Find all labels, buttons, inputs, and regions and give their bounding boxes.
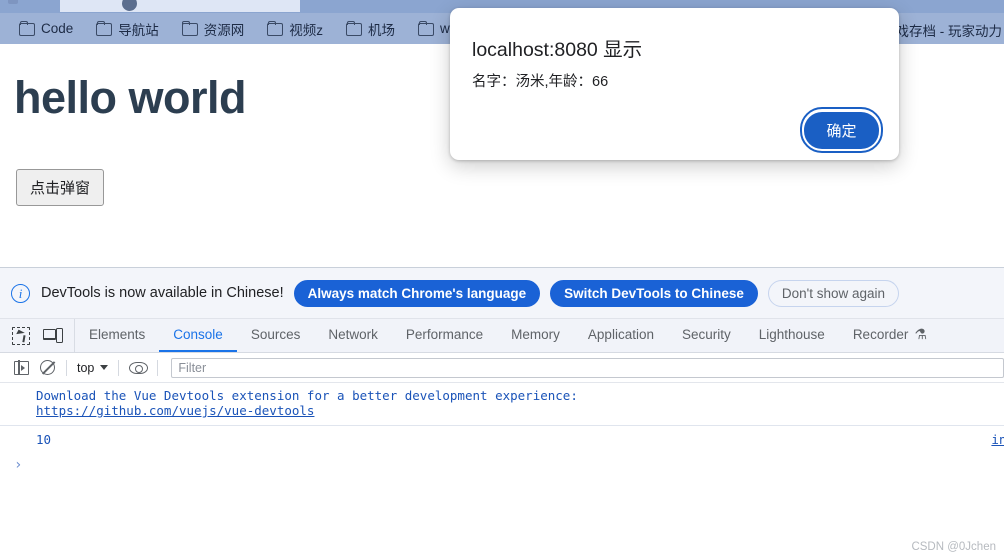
dialog-origin-title: localhost:8080 显示 xyxy=(472,39,643,61)
devtools-tool-icons xyxy=(0,319,75,352)
console-message-link[interactable]: https://github.com/vuejs/vue-devtools xyxy=(36,403,314,418)
always-match-chrome-language-button[interactable]: Always match Chrome's language xyxy=(293,279,541,307)
folder-icon xyxy=(181,20,198,36)
console-context-selector[interactable]: top xyxy=(73,361,112,375)
bookmark-item-overflow[interactable]: 游戏存档 - 玩家动力 xyxy=(882,20,1002,40)
console-prompt-row[interactable]: › xyxy=(0,449,1004,473)
bookmark-label: 资源网 xyxy=(203,22,245,38)
tab-strip-decoration-a xyxy=(8,0,18,4)
chevron-down-icon xyxy=(100,365,109,370)
console-sidebar-icon[interactable] xyxy=(8,355,34,381)
tab-network[interactable]: Network xyxy=(314,319,392,352)
inspect-element-icon[interactable] xyxy=(12,326,30,345)
javascript-alert-dialog: localhost:8080 显示 名字：汤米,年龄：66 确定 xyxy=(450,8,899,160)
folder-icon xyxy=(418,20,435,36)
tab-application[interactable]: Application xyxy=(574,319,668,352)
show-popup-button[interactable]: 点击弹窗 xyxy=(16,169,105,206)
dialog-ok-focus-ring: 确定 xyxy=(799,107,883,153)
tab-recorder[interactable]: Recorder ⚗ xyxy=(839,319,941,352)
clear-console-icon[interactable] xyxy=(34,355,60,381)
console-filter-input[interactable] xyxy=(171,357,1004,378)
tab-recorder-label: Recorder xyxy=(852,327,909,342)
bookmark-item-code[interactable]: Code xyxy=(12,19,80,38)
tab-performance[interactable]: Performance xyxy=(392,319,497,352)
console-value-text: 10 xyxy=(36,432,52,447)
tab-memory[interactable]: Memory xyxy=(497,319,574,352)
bookmark-item-airport[interactable]: 机场 xyxy=(339,17,402,41)
devtools-tab-bar: Elements Console Sources Network Perform… xyxy=(0,319,1004,353)
console-toolbar: top xyxy=(0,353,1004,383)
folder-icon xyxy=(19,20,35,36)
live-expression-eye-icon[interactable] xyxy=(125,355,151,381)
folder-icon xyxy=(267,20,284,36)
tab-security[interactable]: Security xyxy=(668,319,745,352)
page-title: hello world xyxy=(14,72,247,123)
tab-console[interactable]: Console xyxy=(159,319,237,352)
experiment-flask-icon: ⚗ xyxy=(914,326,927,342)
info-icon: i xyxy=(11,283,30,303)
tab-elements[interactable]: Elements xyxy=(75,319,159,352)
devtools-panel: i DevTools is now available in Chinese! … xyxy=(0,267,1004,559)
devtools-language-notice: i DevTools is now available in Chinese! … xyxy=(0,268,1004,319)
prompt-caret-icon: › xyxy=(14,457,23,473)
dialog-ok-button[interactable]: 确定 xyxy=(804,111,879,149)
device-toolbar-icon[interactable] xyxy=(43,327,63,344)
bookmark-label: Code xyxy=(41,21,74,36)
bookmark-label: 导航站 xyxy=(118,22,159,38)
console-output[interactable]: Download the Vue Devtools extension for … xyxy=(0,383,1004,555)
tab-lighthouse[interactable]: Lighthouse xyxy=(745,319,839,352)
toolbar-divider xyxy=(118,359,120,376)
bookmark-item-navigation[interactable]: 导航站 xyxy=(89,17,166,41)
toolbar-divider xyxy=(66,359,67,376)
tab-sources[interactable]: Sources xyxy=(237,319,315,352)
bookmark-item-resources[interactable]: 资源网 xyxy=(175,17,252,41)
folder-icon xyxy=(96,20,113,36)
console-message-value: 10 ind xyxy=(0,426,1004,449)
browser-window: Code 导航站 资源网 视频z 机场 wallp 游戏存档 - 玩家动力 he… xyxy=(0,0,1004,559)
toolbar-divider xyxy=(157,359,159,376)
console-message-text: Download the Vue Devtools extension for … xyxy=(36,388,578,403)
console-source-link[interactable]: ind xyxy=(991,432,1004,447)
console-message-vue-devtools: Download the Vue Devtools extension for … xyxy=(0,383,1004,420)
watermark: CSDN @0Jchen xyxy=(911,541,996,553)
bookmark-label: 机场 xyxy=(368,22,396,38)
notice-text: DevTools is now available in Chinese! xyxy=(41,285,284,301)
switch-devtools-to-chinese-button[interactable]: Switch DevTools to Chinese xyxy=(550,279,758,307)
active-browser-tab[interactable] xyxy=(60,0,300,12)
dialog-message: 名字：汤米,年龄：66 xyxy=(472,74,609,90)
folder-icon xyxy=(346,20,363,36)
bookmark-label: 视频z xyxy=(289,22,324,38)
bookmark-item-video[interactable]: 视频z xyxy=(260,17,330,41)
console-context-label: top xyxy=(77,360,95,375)
dont-show-again-button[interactable]: Don't show again xyxy=(767,279,900,307)
